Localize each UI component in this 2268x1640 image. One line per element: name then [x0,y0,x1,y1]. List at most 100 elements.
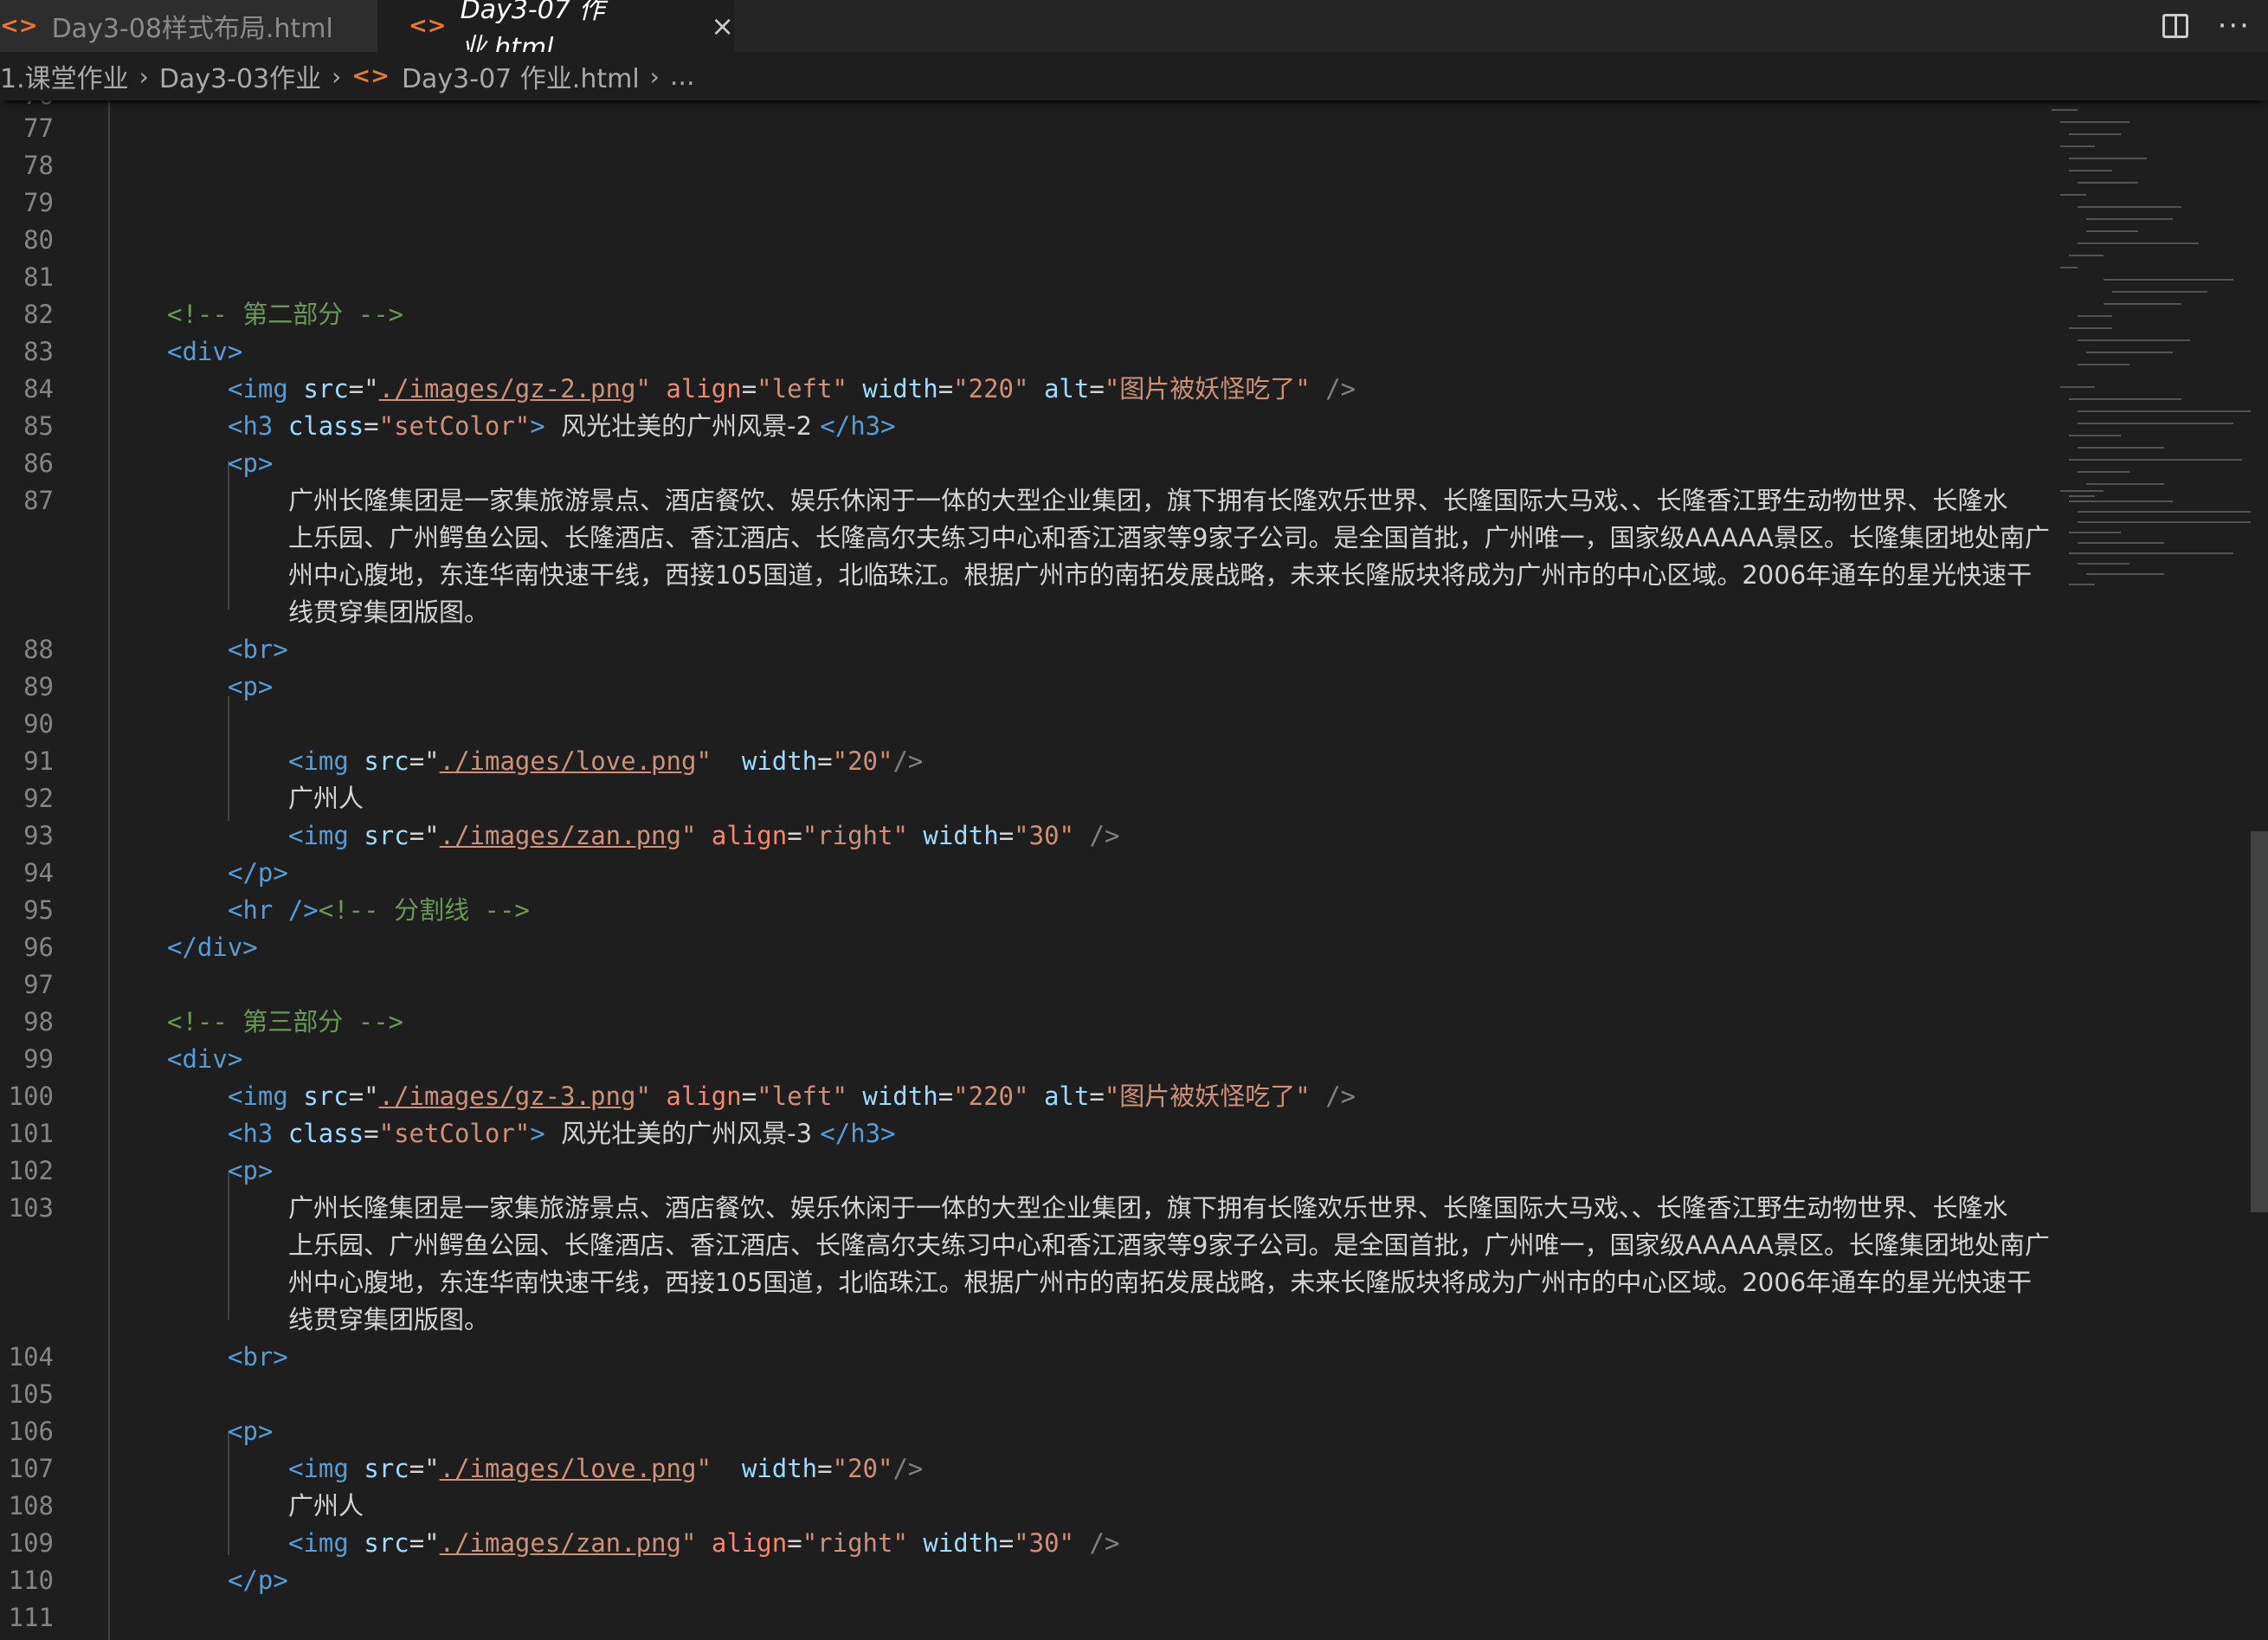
chevron-right-icon: › [139,61,149,91]
code-line: <!-- 第二部分 --> [0,296,2043,333]
line-number-text: 103 [8,1193,54,1223]
minimap-line [2069,255,2104,256]
vertical-scrollbar[interactable] [2251,831,2268,1212]
attribute: width [741,1454,818,1483]
minimap-line [2104,303,2181,305]
minimap-line [2078,410,2251,412]
minimap-line [2069,532,2121,533]
minimap-line [2069,459,2242,461]
tab-bar: <> Day3-08样式布局.html <> Day3-07 作业.html ×… [0,0,2268,63]
line-number: 81 [0,259,2043,296]
code-line: <img src="./images/gz-2.png" align="left… [228,374,1356,404]
html-file-icon: <> [409,13,447,39]
code-line: <img src="./images/love.png" width="20"/… [288,746,924,776]
attribute: width [923,1528,999,1558]
tab-label: Day3-08样式布局.html [51,14,333,44]
minimap-line [2078,563,2129,565]
attribute: align [711,821,788,850]
line-number: 111 [0,1599,2043,1637]
minimap-line [2069,158,2147,159]
tag: </p> [228,858,288,888]
paragraph-text: 上乐园、广州鳄鱼公园、长隆酒店、香江酒店、长隆高尔夫练习中心和香江酒家等9家子公… [288,523,2050,552]
tag: /> [1325,1081,1356,1111]
tag: /> [1325,374,1356,404]
breadcrumb-item-symbols[interactable]: ... [670,61,695,92]
string: "30" [1014,821,1075,850]
minimap-line [2078,364,2129,365]
link[interactable]: ./images/zan.png [440,821,681,850]
code-line: <h3 class="setColor"> 风光壮美的广州风景-2 </h3> [228,411,896,441]
attribute: width [923,821,999,850]
tag: /> [1089,1528,1120,1558]
minimap-line [2078,423,2233,424]
code-editor[interactable]: 7677787980818283848586878889909192939495… [0,100,2268,1640]
minimap-line [2069,398,2181,400]
minimap-line [2086,483,2164,485]
minimap-line [2086,352,2173,353]
code-line: <div> [0,1041,2043,1078]
text: 广州人 [288,784,364,813]
tag: <img [228,1081,288,1111]
tag: <img [288,1528,349,1558]
line-number: 80 [0,222,2043,259]
breadcrumb: 1.课堂作业 › Day3-03作业 › <> Day3-07 作业.html … [0,52,2268,100]
code-line: <img src="./images/love.png" width="20"/… [288,1454,924,1483]
link[interactable]: ./images/gz-2.png [379,374,636,404]
tag: <img [288,1454,349,1483]
minimap-line [2069,495,2095,497]
attribute: align [711,1528,788,1558]
text: 风光壮美的广州风景-3 [544,1119,821,1148]
attribute: alt [1043,374,1090,404]
line-number: 77 [0,110,2043,147]
minimap-line [2060,194,2086,196]
link[interactable]: ./images/love.png [440,1454,697,1483]
close-icon[interactable]: × [711,10,734,42]
comment: <!-- 第三部分 --> [167,1007,404,1036]
line-number-text: 80 [23,225,54,255]
more-actions-icon[interactable]: ··· [2218,9,2251,43]
comment: <!-- 第二部分 --> [167,300,404,329]
tab-day3-08[interactable]: <> Day3-08样式布局.html [0,0,377,52]
line-number-text: 78 [23,151,54,180]
minimap-line [2060,121,2129,123]
string: "right" [802,821,908,850]
code-line: <br> [0,631,2043,668]
breadcrumb-item-file[interactable]: Day3-07 作业.html [402,57,640,95]
attribute: width [862,374,938,404]
line-number: 79 [0,184,2043,222]
line-number: 78 [0,147,2043,184]
minimap-line [2078,182,2138,184]
text: 广州人 [288,1491,364,1521]
split-editor-icon[interactable] [2162,14,2188,38]
minimap-line [2069,584,2095,585]
minimap-line [2060,145,2095,147]
attribute: src [303,374,349,404]
string: "30" [1014,1528,1075,1558]
breadcrumb-item-folder[interactable]: 1.课堂作业 [0,57,129,95]
minimap-line [2078,521,2251,523]
code-line: <hr /><!-- 分割线 --> [0,892,2043,929]
line-number-text: 97 [23,970,54,999]
html-file-icon: <> [351,63,390,89]
code-line: </p> [0,855,2043,892]
line-number-text: 87 [23,486,54,515]
code-line: </p> [0,1562,2043,1599]
tab-day3-07[interactable]: <> Day3-07 作业.html × [377,0,734,63]
paragraph-text: 广州长隆集团是一家集旅游景点、酒店餐饮、娱乐休闲于一体的大型企业集团，旗下拥有长… [288,1193,2008,1223]
line-number: 97 [0,966,2043,1004]
minimap-line [2052,109,2078,111]
link[interactable]: ./images/gz-3.png [379,1081,636,1111]
link[interactable]: ./images/love.png [440,746,697,776]
attribute: width [741,746,818,776]
minimap[interactable] [2052,100,2251,1640]
code-line: <p> [0,668,2043,706]
code-line: 广州人 [0,1488,2043,1525]
minimap-line [2104,279,2233,281]
minimap-line [2078,315,2112,317]
string: "20" [832,746,893,776]
link[interactable]: ./images/zan.png [440,1528,681,1558]
code-line: <!-- 第三部分 --> [0,1004,2043,1041]
attribute: src [364,746,409,776]
line-number-text: 90 [23,709,54,739]
breadcrumb-item-subfolder[interactable]: Day3-03作业 [159,57,321,95]
